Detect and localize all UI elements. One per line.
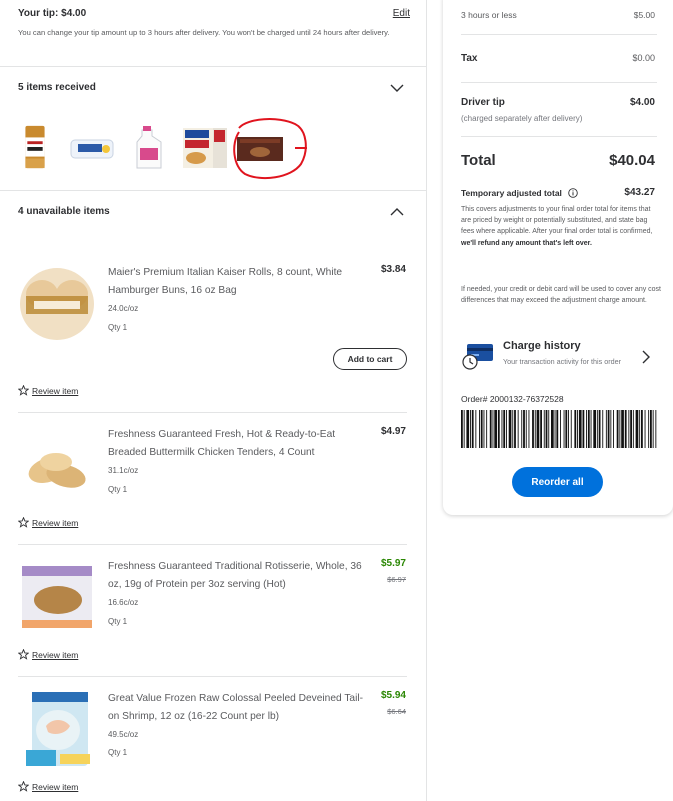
- charge-history-title: Charge history: [503, 340, 581, 352]
- item-name[interactable]: Freshness Guaranteed Traditional Rotisse…: [108, 558, 366, 594]
- review-item-label: Review item: [32, 781, 79, 792]
- temporary-total-row: Temporary adjusted total: [461, 188, 578, 198]
- item-unit-price: 24.0c/oz: [108, 304, 139, 313]
- credit-card-clock-icon: [462, 344, 493, 370]
- order-number: Order# 2000132-76372528: [461, 394, 564, 404]
- red-circle-annotation: [233, 118, 307, 180]
- info-icon[interactable]: [568, 188, 578, 198]
- review-item-label: Review item: [32, 517, 79, 528]
- chicken-tenders-image: [28, 453, 86, 488]
- chevron-right-icon: [642, 350, 650, 364]
- driver-tip-label: Driver tip: [461, 97, 505, 108]
- temporary-total-note: This covers adjustments to your final or…: [461, 204, 661, 249]
- star-icon: [18, 517, 29, 528]
- item-quantity: Qty 1: [108, 485, 128, 494]
- frozen-shrimp-image: [26, 692, 90, 766]
- item-quantity: Qty 1: [108, 323, 128, 332]
- delivery-fee-value: $5.00: [633, 10, 655, 20]
- divider: [18, 412, 407, 413]
- kaiser-rolls-image: [20, 268, 94, 340]
- divider: [18, 676, 407, 677]
- item-quantity: Qty 1: [108, 748, 128, 757]
- unavailable-item: Great Value Frozen Raw Colossal Peeled D…: [18, 690, 410, 800]
- item-price: $3.84: [380, 264, 406, 275]
- divider: [461, 136, 657, 137]
- review-item-label: Review item: [32, 385, 79, 396]
- order-details-panel: Your tip: $4.00 Edit You can change your…: [0, 0, 427, 801]
- item-unit-price: 16.6c/oz: [108, 598, 139, 607]
- tip-note: You can change your tip amount up to 3 h…: [18, 28, 390, 37]
- review-item-link[interactable]: Review item: [18, 517, 78, 528]
- item-name[interactable]: Maier's Premium Italian Kaiser Rolls, 8 …: [108, 264, 366, 300]
- divider: [0, 190, 427, 191]
- divider: [461, 82, 657, 83]
- breakfast-sandwich-thumbnail: [183, 128, 227, 168]
- order-barcode: [461, 410, 657, 448]
- driver-tip-value: $4.00: [629, 97, 655, 108]
- driver-tip-note: (charged separately after delivery): [461, 114, 583, 123]
- total-label: Total: [461, 152, 496, 169]
- refund-note: we'll refund any amount that's left over…: [461, 239, 592, 247]
- item-unit-price: 31.1c/oz: [108, 466, 139, 475]
- divider: [18, 544, 407, 545]
- egg-carton-thumbnail: [70, 139, 114, 159]
- review-item-link[interactable]: Review item: [18, 649, 78, 660]
- review-item-link[interactable]: Review item: [18, 781, 78, 792]
- edit-tip-link[interactable]: Edit: [393, 8, 410, 19]
- rotisserie-chicken-image: [22, 566, 92, 628]
- temporary-total-note-text: This covers adjustments to your final or…: [461, 206, 653, 236]
- italian-dressing-thumbnail: [25, 125, 45, 169]
- item-name[interactable]: Great Value Frozen Raw Colossal Peeled D…: [108, 690, 366, 726]
- temporary-total-value: $43.27: [624, 187, 655, 198]
- add-to-cart-button[interactable]: Add to cart: [333, 348, 407, 370]
- star-icon: [18, 781, 29, 792]
- item-quantity: Qty 1: [108, 617, 128, 626]
- review-item-link[interactable]: Review item: [18, 385, 78, 396]
- item-price: $4.97: [380, 426, 406, 437]
- star-icon: [18, 649, 29, 660]
- tax-value: $0.00: [632, 53, 655, 63]
- divider: [0, 66, 427, 67]
- chevron-down-icon[interactable]: [390, 81, 404, 95]
- item-was-price: $6.97: [387, 575, 406, 584]
- order-summary-card: 3 hours or less $5.00 Tax $0.00 Driver t…: [443, 0, 673, 515]
- delivery-fee-label: 3 hours or less: [461, 10, 517, 20]
- unavailable-item: Freshness Guaranteed Traditional Rotisse…: [18, 558, 410, 668]
- reorder-all-button[interactable]: Reorder all: [512, 467, 603, 497]
- divider: [461, 34, 657, 35]
- items-received-heading: 5 items received: [18, 82, 96, 93]
- card-note: If needed, your credit or debit card wil…: [461, 286, 661, 305]
- total-value: $40.04: [609, 152, 655, 169]
- charge-history-subtitle: Your transaction activity for this order: [503, 357, 621, 366]
- unavailable-item: Freshness Guaranteed Fresh, Hot & Ready-…: [18, 426, 410, 536]
- unavailable-item: Maier's Premium Italian Kaiser Rolls, 8 …: [18, 264, 410, 404]
- tax-label: Tax: [461, 53, 478, 64]
- milk-jug-thumbnail: [136, 126, 162, 169]
- temporary-total-label: Temporary adjusted total: [461, 188, 562, 198]
- item-was-price: $6.64: [387, 707, 406, 716]
- review-item-label: Review item: [32, 649, 79, 660]
- item-price: $5.94: [380, 690, 406, 701]
- item-name[interactable]: Freshness Guaranteed Fresh, Hot & Ready-…: [108, 426, 366, 462]
- item-unit-price: 49.5c/oz: [108, 730, 139, 739]
- item-price: $5.97: [380, 558, 406, 569]
- chevron-up-icon[interactable]: [390, 205, 404, 219]
- star-icon: [18, 385, 29, 396]
- charge-history-button[interactable]: Charge history Your transaction activity…: [443, 336, 673, 382]
- tip-title: Your tip: $4.00: [18, 8, 87, 19]
- unavailable-items-heading: 4 unavailable items: [18, 206, 110, 217]
- tip-section: Your tip: $4.00 Edit You can change your…: [18, 8, 410, 38]
